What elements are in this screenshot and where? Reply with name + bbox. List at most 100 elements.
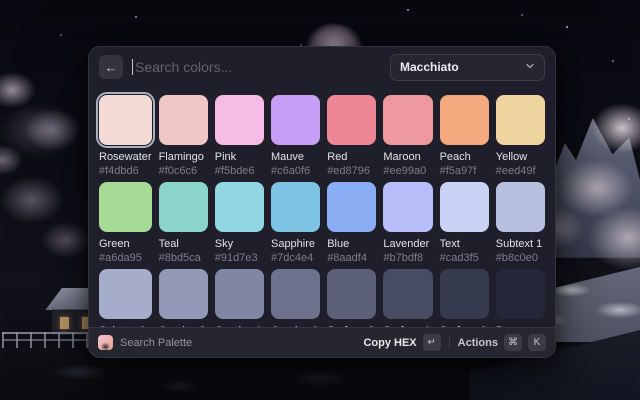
color-swatch[interactable]: [159, 95, 208, 145]
palette-cell[interactable]: Surface 0: [440, 269, 489, 327]
swatch-hex: #c6a0f6: [271, 165, 320, 178]
swatch-name: Red: [327, 151, 376, 164]
swatch-name: Lavender: [383, 238, 432, 251]
star: [566, 26, 568, 28]
palette-cell[interactable]: Subtext 0: [99, 269, 152, 327]
flavor-dropdown[interactable]: Macchiato: [390, 54, 545, 81]
swatch-name: Green: [99, 238, 152, 251]
palette-cell[interactable]: Surface 1: [383, 269, 432, 327]
palette-cell[interactable]: Rosewater#f4dbd6: [99, 95, 152, 178]
color-swatch[interactable]: [496, 95, 545, 145]
footer-actions: Copy HEX ↵ Actions ⌘ K: [363, 334, 546, 351]
color-swatch[interactable]: [99, 269, 152, 319]
color-swatch[interactable]: [271, 269, 320, 319]
swatch-name: Blue: [327, 238, 376, 251]
palette-cell[interactable]: Peach#f5a97f: [440, 95, 489, 178]
k-key-badge[interactable]: K: [528, 334, 546, 351]
color-swatch[interactable]: [440, 182, 489, 232]
palette-cell[interactable]: Yellow#eed49f: [496, 95, 545, 178]
flavor-dropdown-value: Macchiato: [400, 60, 459, 74]
back-button[interactable]: ←: [99, 55, 123, 79]
copy-hex-button[interactable]: Copy HEX: [363, 337, 416, 349]
palette-cell[interactable]: Base: [496, 269, 545, 327]
palette-cell[interactable]: Overlay 2: [159, 269, 208, 327]
palette-cell[interactable]: Green#a6da95: [99, 182, 152, 265]
window-header: ← Macchiato: [89, 47, 555, 87]
color-swatch[interactable]: [496, 269, 545, 319]
star: [521, 14, 523, 16]
color-swatch[interactable]: [327, 95, 376, 145]
app-name: Search Palette: [120, 337, 192, 349]
color-swatch[interactable]: [159, 269, 208, 319]
search-input[interactable]: [135, 59, 381, 75]
color-swatch[interactable]: [440, 269, 489, 319]
palette-cell[interactable]: Overlay 0: [271, 269, 320, 327]
palette-cell[interactable]: Blue#8aadf4: [327, 182, 376, 265]
swatch-hex: #a6da95: [99, 252, 152, 265]
color-swatch[interactable]: [440, 95, 489, 145]
swatch-name: Pink: [215, 151, 264, 164]
palette-window: ← Macchiato Rosewater#f4dbd6Flamingo#f0c…: [88, 46, 556, 358]
color-swatch[interactable]: [383, 182, 432, 232]
color-swatch[interactable]: [327, 182, 376, 232]
cmd-key-badge[interactable]: ⌘: [504, 334, 522, 351]
palette-cell[interactable]: Maroon#ee99a0: [383, 95, 432, 178]
swatch-hex: #91d7e3: [215, 252, 264, 265]
star: [60, 34, 62, 36]
color-swatch[interactable]: [271, 95, 320, 145]
palette-grid: Rosewater#f4dbd6Flamingo#f0c6c6Pink#f5bd…: [99, 95, 545, 327]
house-window: [60, 317, 69, 329]
palette-cell[interactable]: Subtext 1#b8c0e0: [496, 182, 545, 265]
footer-divider: [449, 337, 450, 349]
chevron-down-icon: [525, 58, 535, 76]
catppuccin-cat-icon: [98, 335, 113, 350]
color-swatch[interactable]: [383, 95, 432, 145]
palette-cell[interactable]: Surface 2: [327, 269, 376, 327]
back-arrow-icon: ←: [105, 60, 118, 75]
color-swatch[interactable]: [99, 182, 152, 232]
swatch-name: Peach: [440, 151, 489, 164]
color-swatch[interactable]: [215, 269, 264, 319]
color-swatch[interactable]: [159, 182, 208, 232]
palette-cell[interactable]: Overlay 1: [215, 269, 264, 327]
color-swatch[interactable]: [271, 182, 320, 232]
color-swatch[interactable]: [383, 269, 432, 319]
search-wrap: [132, 59, 381, 75]
swatch-name: Flamingo: [159, 151, 208, 164]
swatch-hex: #8bd5ca: [159, 252, 208, 265]
swatch-hex: #b7bdf8: [383, 252, 432, 265]
color-swatch[interactable]: [215, 182, 264, 232]
swatch-hex: #cad3f5: [440, 252, 489, 265]
palette-cell[interactable]: Red#ed8796: [327, 95, 376, 178]
swatch-hex: #7dc4e4: [271, 252, 320, 265]
color-swatch[interactable]: [215, 95, 264, 145]
swatch-name: Maroon: [383, 151, 432, 164]
swatch-name: Mauve: [271, 151, 320, 164]
swatch-hex: #f4dbd6: [99, 165, 152, 178]
palette-cell[interactable]: Mauve#c6a0f6: [271, 95, 320, 178]
palette-cell[interactable]: Flamingo#f0c6c6: [159, 95, 208, 178]
palette-cell[interactable]: Sky#91d7e3: [215, 182, 264, 265]
swatch-name: Rosewater: [99, 151, 152, 164]
palette-cell[interactable]: Text#cad3f5: [440, 182, 489, 265]
window-footer: Search Palette Copy HEX ↵ Actions ⌘ K: [89, 327, 555, 357]
swatch-hex: #ed8796: [327, 165, 376, 178]
swatch-hex: #f5bde6: [215, 165, 264, 178]
palette-cell[interactable]: Lavender#b7bdf8: [383, 182, 432, 265]
swatch-name: Sky: [215, 238, 264, 251]
color-swatch[interactable]: [99, 95, 152, 145]
color-swatch[interactable]: [327, 269, 376, 319]
swatch-name: Teal: [159, 238, 208, 251]
palette-cell[interactable]: Teal#8bd5ca: [159, 182, 208, 265]
text-caret: [132, 59, 133, 75]
palette-cell[interactable]: Pink#f5bde6: [215, 95, 264, 178]
swatch-hex: #eed49f: [496, 165, 545, 178]
swatch-name: Subtext 1: [496, 238, 545, 251]
swatch-hex: #b8c0e0: [496, 252, 545, 265]
color-swatch[interactable]: [496, 182, 545, 232]
swatch-hex: #ee99a0: [383, 165, 432, 178]
enter-key-badge[interactable]: ↵: [423, 334, 441, 351]
palette-cell[interactable]: Sapphire#7dc4e4: [271, 182, 320, 265]
actions-button[interactable]: Actions: [458, 337, 498, 349]
swatch-name: Sapphire: [271, 238, 320, 251]
